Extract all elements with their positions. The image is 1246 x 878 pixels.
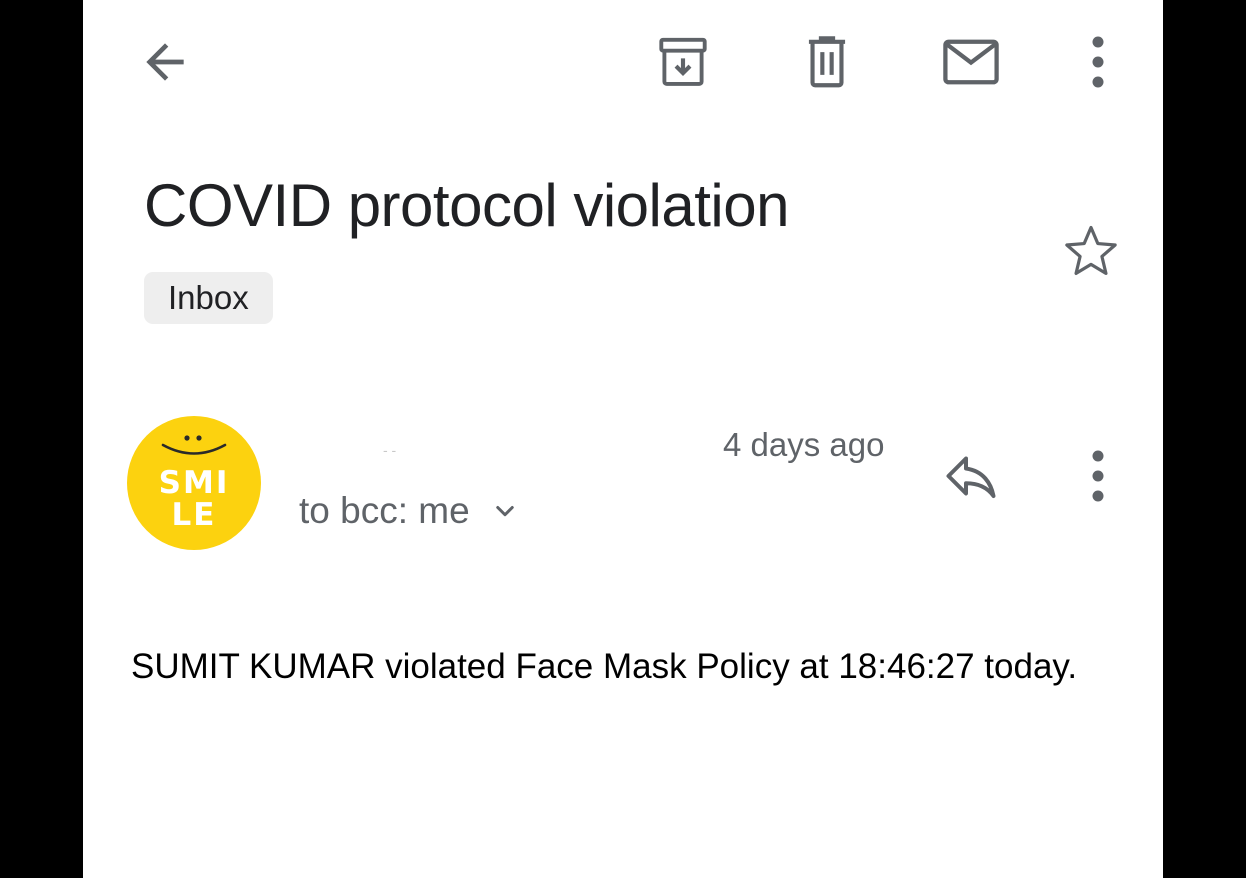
message-more-options-button[interactable] [1073,440,1123,512]
archive-icon [659,37,707,86]
recipients-text: to bcc: me [299,490,470,531]
more-options-button[interactable] [1073,26,1123,98]
delete-button[interactable] [787,26,867,98]
email-subject: COVID protocol violation [144,172,789,239]
more-vert-icon [1092,36,1104,88]
email-date: 4 days ago [723,426,885,463]
reply-icon [946,456,996,498]
smile-face-icon [161,435,227,455]
archive-button[interactable] [643,26,723,98]
delete-icon [808,36,846,88]
email-screen: COVID protocol violation Inbox SMI LE - … [83,0,1163,878]
avatar-text-line1: SMI [158,465,230,501]
star-icon [1065,225,1117,275]
recipient-details-toggle[interactable]: to bcc: me [299,488,520,534]
reply-button[interactable] [931,440,1011,512]
inbox-label-chip[interactable]: Inbox [144,272,273,324]
more-vert-icon [1092,450,1104,502]
star-button[interactable] [1055,218,1127,284]
mark-unread-button[interactable] [931,26,1011,98]
avatar-text-line2: LE [171,497,217,533]
sender-name[interactable]: - - [383,440,407,460]
chevron-down-icon [490,496,520,526]
mark-unread-icon [943,39,999,85]
back-arrow-icon [146,43,184,81]
back-button[interactable] [123,26,207,98]
email-body: SUMIT KUMAR violated Face Mask Policy at… [131,647,1078,686]
sender-avatar[interactable]: SMI LE [127,416,261,550]
